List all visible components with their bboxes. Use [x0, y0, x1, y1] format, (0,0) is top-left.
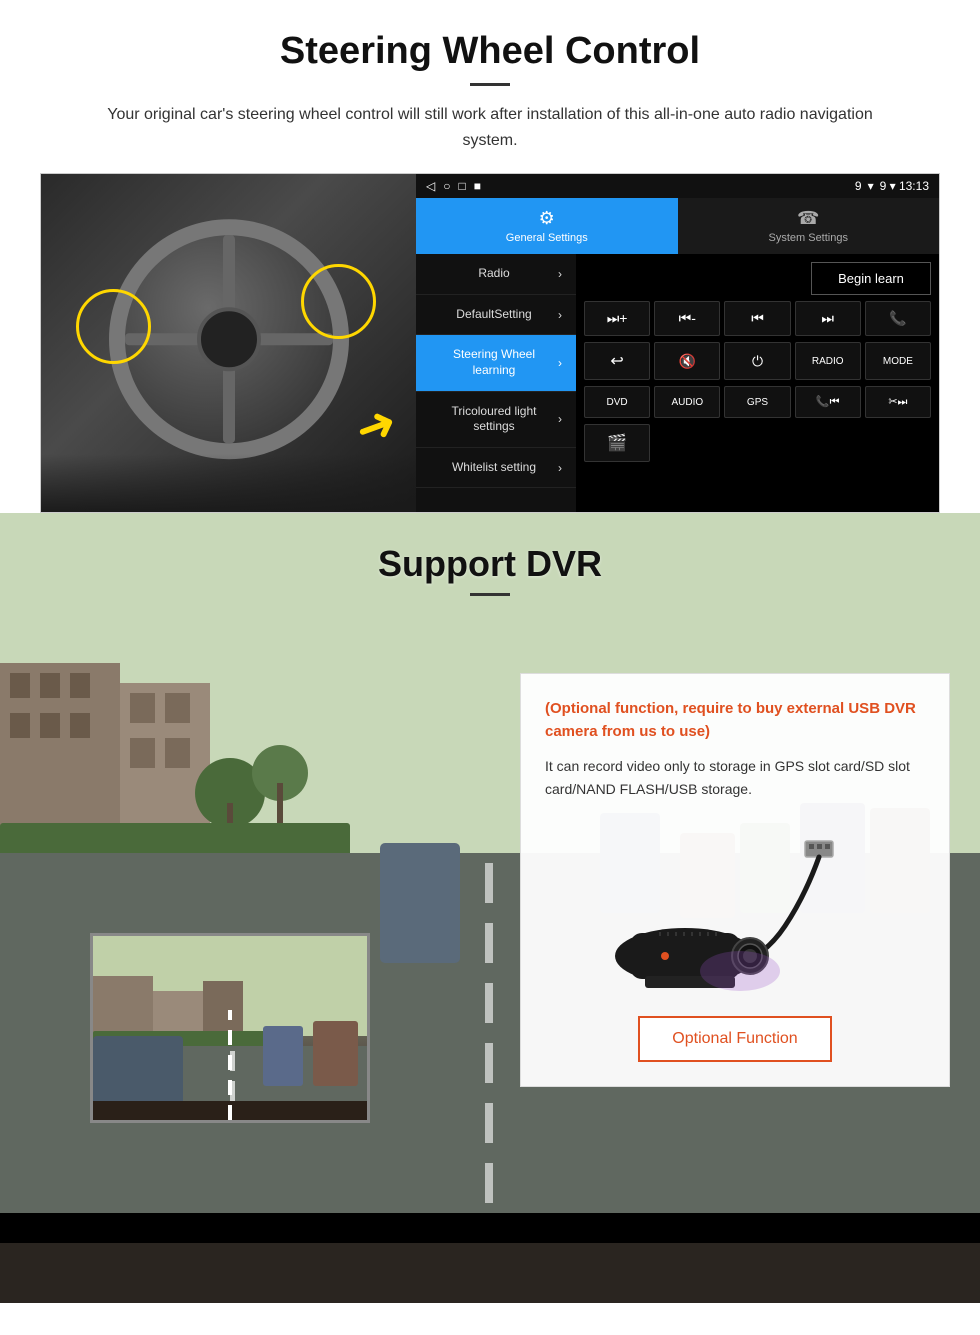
- chevron-right-icon: ›: [558, 461, 562, 475]
- camera-svg: [585, 836, 885, 996]
- power-btn[interactable]: ⏻: [724, 342, 790, 380]
- right-control-highlight: [301, 264, 376, 339]
- dvr-description: It can record video only to storage in G…: [545, 755, 925, 800]
- arrow-indicator: ➜: [347, 393, 404, 459]
- status-nav-icons: ◁ ○ □ ■: [426, 179, 481, 193]
- android-menu: Radio › DefaultSetting › Steering Wheel …: [416, 254, 576, 512]
- button-grid-row2: ↩ 🔇 ⏻ RADIO MODE: [584, 342, 931, 380]
- recents-icon: □: [458, 179, 465, 193]
- android-status-bar: ◁ ○ □ ■ 9 ▾ 9 ▾ 13:13: [416, 174, 939, 198]
- next-btn[interactable]: ⏭: [795, 301, 861, 336]
- prev-btn[interactable]: ⏮: [724, 301, 790, 336]
- button-grid-row4: 🎬: [584, 424, 931, 462]
- optional-function-button[interactable]: Optional Function: [638, 1016, 831, 1062]
- audio-btn[interactable]: AUDIO: [654, 386, 720, 418]
- menu-item-whitelist[interactable]: Whitelist setting ›: [416, 448, 576, 489]
- android-content: Radio › DefaultSetting › Steering Wheel …: [416, 254, 939, 512]
- menu-item-steering-wheel[interactable]: Steering Wheel learning ›: [416, 335, 576, 391]
- tricoloured-label: Tricoloured light settings: [430, 404, 558, 435]
- gps-btn[interactable]: GPS: [724, 386, 790, 418]
- menu-item-default-setting[interactable]: DefaultSetting ›: [416, 295, 576, 336]
- mute-btn[interactable]: 🔇: [654, 342, 720, 380]
- status-info: 9 ▾ 9 ▾ 13:13: [855, 179, 929, 193]
- default-setting-label: DefaultSetting: [430, 307, 558, 323]
- hangup-btn[interactable]: ↩: [584, 342, 650, 380]
- swc-title-divider: [470, 83, 510, 86]
- call-btn[interactable]: 📞: [865, 301, 931, 336]
- dvr-title-divider: [470, 593, 510, 596]
- clock: 9 ▾ 13:13: [880, 179, 929, 193]
- thumbnail-scene-svg: [93, 936, 370, 1123]
- video-btn[interactable]: 🎬: [584, 424, 650, 462]
- dvr-title: Support DVR: [0, 543, 980, 585]
- menu-item-radio[interactable]: Radio ›: [416, 254, 576, 295]
- dvr-small-thumbnail: [90, 933, 370, 1123]
- general-settings-label: General Settings: [506, 232, 588, 244]
- vol-up-btn[interactable]: ⏭+: [584, 301, 650, 336]
- tab-general-settings[interactable]: ⚙ General Settings: [416, 198, 678, 254]
- wifi-icon: ▾: [868, 179, 874, 193]
- dvr-info-card: (Optional function, require to buy exter…: [520, 673, 950, 1087]
- dvr-section: Support DVR: [0, 513, 980, 1303]
- thumbnail-road-scene: [93, 936, 367, 1120]
- android-ui-panel: ◁ ○ □ ■ 9 ▾ 9 ▾ 13:13 ⚙ General Settings: [416, 174, 939, 512]
- button-grid-row1: ⏭+ ⏮- ⏮ ⏭ 📞: [584, 301, 931, 336]
- left-control-highlight: [76, 289, 151, 364]
- steering-wheel-photo: ➜: [41, 174, 416, 513]
- menu-item-tricoloured[interactable]: Tricoloured light settings ›: [416, 392, 576, 448]
- swc-screenshot: ➜ ◁ ○ □ ■ 9 ▾ 9 ▾ 13:13: [40, 173, 940, 513]
- vol-down-btn[interactable]: ⏮-: [654, 301, 720, 336]
- swc-title: Steering Wheel Control: [40, 30, 940, 73]
- gear-icon: ⚙: [539, 208, 555, 229]
- system-icon: ☎: [797, 208, 819, 229]
- chevron-right-icon: ›: [558, 267, 562, 281]
- signal-icon: 9: [855, 179, 862, 193]
- chevron-right-icon: ›: [558, 356, 562, 370]
- mode-btn[interactable]: MODE: [865, 342, 931, 380]
- dvr-camera-illustration: [545, 816, 925, 1016]
- radio-btn[interactable]: RADIO: [795, 342, 861, 380]
- call-prev-btn[interactable]: 📞⏮: [795, 386, 861, 418]
- menu-icon: ■: [474, 179, 481, 193]
- chevron-right-icon: ›: [558, 308, 562, 322]
- button-grid-row3: DVD AUDIO GPS 📞⏮ ✂⏭: [584, 386, 931, 418]
- whitelist-label: Whitelist setting: [430, 460, 558, 476]
- dvr-optional-text: (Optional function, require to buy exter…: [545, 698, 925, 743]
- dvr-title-area: Support DVR: [0, 513, 980, 611]
- radio-label: Radio: [430, 266, 558, 282]
- back-icon: ◁: [426, 179, 435, 193]
- steering-wheel-label: Steering Wheel learning: [430, 347, 558, 378]
- swc-description: Your original car's steering wheel contr…: [80, 102, 900, 153]
- dvd-btn[interactable]: DVD: [584, 386, 650, 418]
- swc-section: Steering Wheel Control Your original car…: [0, 0, 980, 513]
- home-icon: ○: [443, 179, 450, 193]
- system-settings-label: System Settings: [769, 232, 848, 244]
- begin-learn-button[interactable]: Begin learn: [811, 262, 931, 295]
- android-tabs: ⚙ General Settings ☎ System Settings: [416, 198, 939, 254]
- android-main-panel: Begin learn ⏭+ ⏮- ⏮ ⏭ 📞 ↩ 🔇 ⏻: [576, 254, 939, 512]
- chevron-right-icon: ›: [558, 412, 562, 426]
- cut-next-btn[interactable]: ✂⏭: [865, 386, 931, 418]
- tab-system-settings[interactable]: ☎ System Settings: [678, 198, 940, 254]
